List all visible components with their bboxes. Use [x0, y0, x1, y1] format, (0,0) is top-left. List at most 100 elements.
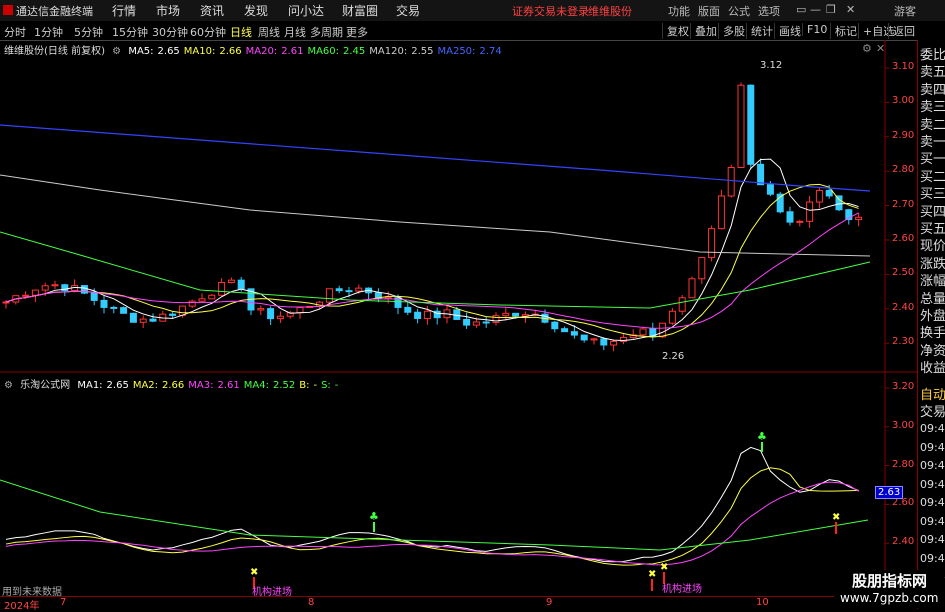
tick-time: 09:46 — [920, 533, 945, 546]
quote-field[interactable]: 总量 — [920, 288, 945, 307]
main-y-tick: 3.10 — [892, 61, 915, 72]
candle-body — [825, 189, 833, 197]
quote-field[interactable]: 卖五 — [920, 61, 945, 80]
candle-body — [580, 334, 588, 341]
quote-field[interactable]: 买三 — [920, 183, 945, 202]
quote-field[interactable]: 卖二 — [920, 114, 945, 133]
quote-field[interactable]: 涨跌 — [920, 253, 945, 272]
candle-body — [41, 285, 49, 291]
candle-body — [835, 195, 843, 211]
high-price-label: 3.12 — [760, 60, 783, 71]
candle-body — [561, 328, 569, 333]
quote-field[interactable]: 卖三 — [920, 96, 945, 115]
candle-body — [482, 321, 490, 324]
sub-y-tick: 2.80 — [892, 458, 915, 470]
quote-field[interactable]: 买一 — [920, 148, 945, 167]
candle-body — [129, 312, 137, 323]
x-label-jul: 7 — [60, 597, 67, 608]
main-y-tick: 2.80 — [892, 164, 915, 176]
main-y-tick: 3.00 — [892, 95, 915, 107]
candle-body — [139, 318, 147, 323]
candle-body — [414, 311, 422, 319]
candle-body — [345, 290, 353, 293]
kline-chart[interactable]: ✖ ✖ ✖ ✖ ♣ ♣ — [0, 0, 945, 609]
candle-body — [335, 288, 343, 292]
candle-body — [747, 84, 755, 165]
tick-time: 09:46 — [920, 477, 945, 491]
sub-y-tick: 2.60 — [892, 497, 915, 509]
candle-body — [668, 310, 676, 324]
quote-field[interactable]: 买四 — [920, 201, 945, 220]
quote-field[interactable]: 卖一 — [920, 131, 945, 150]
trade-field[interactable]: 交易 — [920, 401, 945, 420]
candle-body — [737, 84, 745, 169]
sub-ma3-line — [5, 481, 859, 566]
candle-body — [727, 167, 735, 197]
candle-body — [757, 163, 765, 186]
tick-time: 09:45 — [920, 459, 945, 472]
quote-field[interactable]: 买五 — [920, 218, 945, 237]
candle-body — [855, 216, 863, 221]
candle-body — [100, 299, 108, 308]
candle-body — [766, 184, 774, 195]
watermark-url: www.7gpzb.com — [840, 591, 939, 605]
sell-signal-marker: ♣ — [369, 510, 379, 523]
main-y-tick: 2.90 — [892, 129, 915, 141]
candle-body — [149, 318, 157, 322]
candle-body — [639, 328, 647, 336]
quote-field[interactable]: 净资 — [920, 340, 945, 359]
main-y-tick: 2.40 — [892, 301, 915, 313]
x-label-sep: 9 — [546, 597, 553, 608]
candle-body — [325, 288, 333, 303]
candle-body — [188, 300, 196, 307]
candle-body — [806, 201, 814, 222]
tick-time: 09:46 — [920, 514, 945, 528]
sub-ma2-line — [5, 467, 859, 566]
candle-body — [208, 294, 216, 300]
quote-field[interactable]: 收益 — [920, 357, 945, 376]
quote-field[interactable]: 委比 — [920, 44, 945, 63]
candle-body — [169, 313, 177, 316]
quote-field[interactable]: 现价 — [920, 235, 945, 254]
candle-body — [659, 322, 667, 338]
quote-field[interactable]: 外盘 — [920, 305, 945, 324]
quote-field[interactable]: 换手 — [920, 322, 945, 341]
main-y-tick: 2.30 — [892, 336, 915, 348]
candle-body — [110, 306, 118, 309]
low-price-label: 2.26 — [662, 351, 685, 362]
candle-body — [120, 307, 128, 314]
candle-body — [22, 294, 30, 297]
candle-body — [296, 307, 304, 314]
candle-body — [267, 308, 275, 320]
candle-body — [717, 195, 725, 230]
candle-body — [423, 310, 431, 319]
candle-body — [610, 340, 618, 346]
candle-body — [492, 315, 500, 323]
candle-body — [51, 284, 59, 287]
quote-field[interactable]: 涨幅 — [920, 270, 945, 289]
candle-body — [227, 279, 235, 283]
candle-body — [688, 278, 696, 299]
sub-y-tick: 3.20 — [892, 381, 915, 392]
buy-signal-marker: ✖ — [250, 567, 258, 578]
sell-signal-marker: ♣ — [757, 430, 767, 443]
quote-field[interactable]: 买二 — [920, 166, 945, 185]
sub-ma4-line — [0, 479, 869, 551]
candle-body — [257, 308, 265, 311]
candle-body — [90, 292, 98, 301]
candle-body — [355, 287, 363, 292]
candle-body — [276, 315, 284, 320]
candle-body — [796, 220, 804, 223]
quote-field[interactable]: 卖四 — [920, 79, 945, 98]
candle-body — [678, 297, 686, 312]
candle-body — [698, 257, 706, 280]
buy-signal-marker: ✖ — [832, 512, 840, 523]
x-label-aug: 8 — [308, 597, 315, 608]
candle-body — [786, 211, 794, 223]
candle-body — [600, 338, 608, 346]
ma120-line — [0, 174, 871, 257]
candle-body — [237, 279, 245, 290]
candle-body — [198, 298, 206, 302]
main-y-tick: 2.50 — [892, 267, 915, 279]
candle-body — [815, 189, 823, 203]
